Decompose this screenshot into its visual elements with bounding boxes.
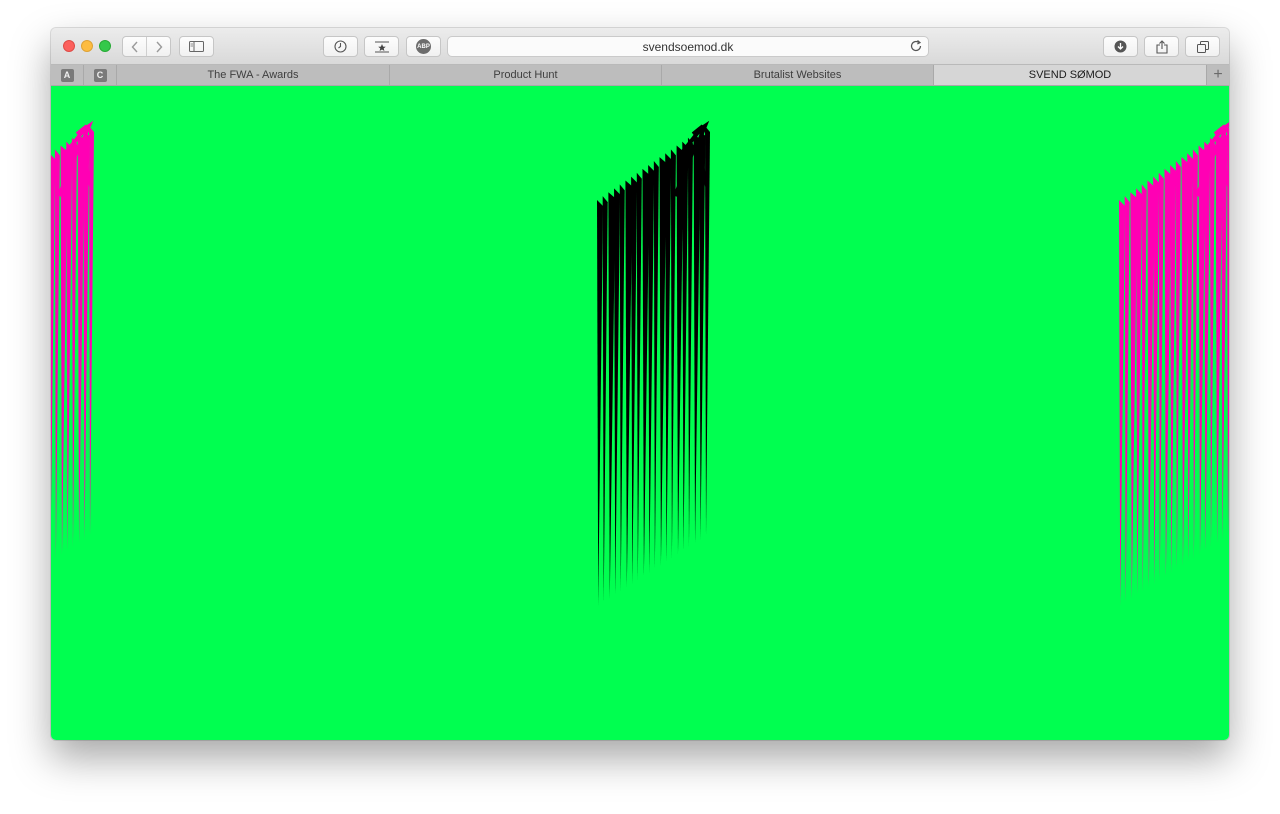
- url-text: svendsoemod.dk: [642, 40, 734, 54]
- pinned-tab-a-icon: A: [60, 68, 74, 82]
- tab-svend-somod[interactable]: SVEND SØMOD: [934, 65, 1207, 85]
- browser-toolbar: ABP svendsoemod.dk: [51, 28, 1229, 65]
- tab-bar: A C The FWA - Awards Product Hunt Brutal…: [51, 65, 1229, 86]
- page-artwork: [51, 86, 1229, 740]
- forward-button[interactable]: [146, 37, 170, 56]
- tab-brutalist-websites[interactable]: Brutalist Websites: [662, 65, 934, 85]
- sidebar-icon: [189, 41, 204, 52]
- pinned-tab-a[interactable]: A: [51, 65, 84, 85]
- fullscreen-window-button[interactable]: [99, 40, 111, 52]
- page-content: [51, 86, 1229, 740]
- chevron-left-icon: [131, 41, 138, 52]
- tabs-icon: [1196, 40, 1209, 53]
- tab-fwa-awards[interactable]: The FWA - Awards: [117, 65, 390, 85]
- back-forward-group: [122, 36, 171, 57]
- download-icon: [1114, 40, 1127, 53]
- tab-overview-button[interactable]: [1185, 36, 1220, 57]
- sidebar-button[interactable]: [179, 36, 214, 57]
- share-icon: [1155, 39, 1168, 54]
- reload-icon[interactable]: [909, 39, 923, 53]
- pinned-tab-c-icon: C: [93, 68, 107, 82]
- new-tab-button[interactable]: +: [1207, 65, 1229, 85]
- back-button[interactable]: [123, 37, 146, 56]
- minimize-window-button[interactable]: [81, 40, 93, 52]
- downloads-button[interactable]: [1103, 36, 1138, 57]
- star-tray-icon: [374, 41, 389, 52]
- bookmark-button[interactable]: [364, 36, 399, 57]
- adblock-button[interactable]: ABP: [406, 36, 441, 57]
- address-bar[interactable]: svendsoemod.dk: [447, 36, 929, 57]
- browser-window: ABP svendsoemod.dk A C The FWA - Awards …: [51, 28, 1229, 740]
- tab-product-hunt[interactable]: Product Hunt: [390, 65, 662, 85]
- chevron-right-icon: [155, 41, 162, 52]
- share-button[interactable]: [1144, 36, 1179, 57]
- adblock-icon: ABP: [416, 39, 431, 54]
- clock-icon: [334, 40, 347, 53]
- close-window-button[interactable]: [63, 40, 75, 52]
- pinned-tab-c[interactable]: C: [84, 65, 117, 85]
- history-button[interactable]: [323, 36, 358, 57]
